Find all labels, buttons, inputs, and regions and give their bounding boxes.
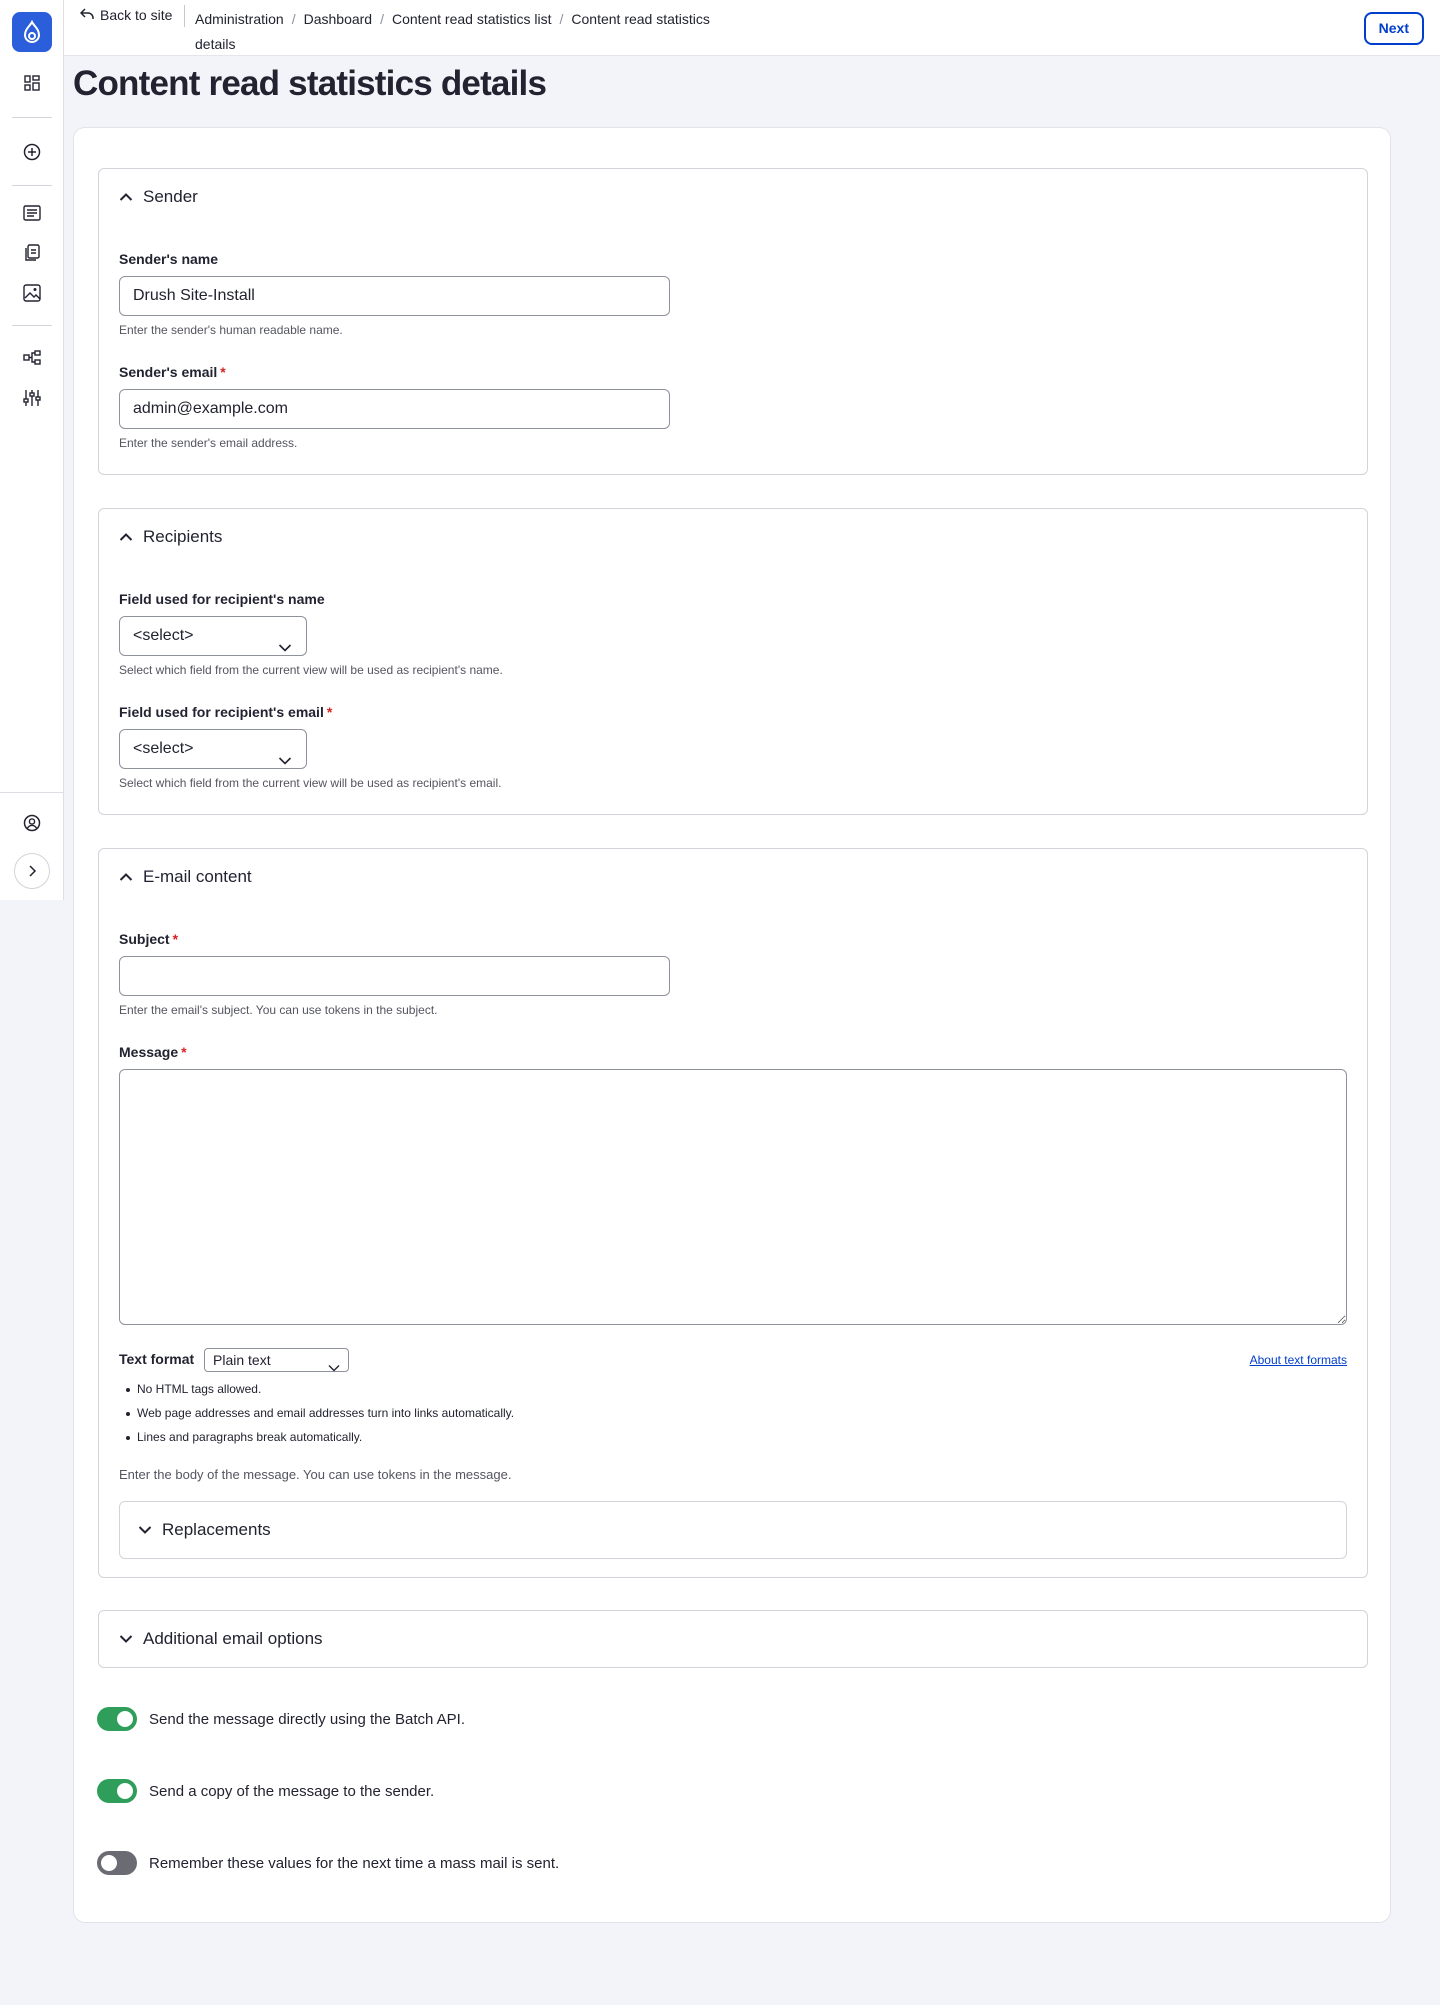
recipient-name-select[interactable]: <select>: [119, 616, 307, 656]
remember-values-label: Remember these values for the next time …: [149, 1854, 560, 1872]
about-text-formats-link[interactable]: About text formats: [1250, 1353, 1347, 1367]
additional-options-summary[interactable]: Additional email options: [119, 1629, 323, 1649]
sender-name-label: Sender's name: [119, 251, 219, 267]
recipient-name-description: Select which field from the current view…: [119, 663, 503, 677]
subject-description: Enter the email's subject. You can use t…: [119, 1003, 438, 1017]
sender-fieldset: Sender Sender's name Enter the sender's …: [98, 168, 1368, 475]
recipient-name-field-label: Field used for recipient's name: [119, 591, 325, 607]
breadcrumb-dashboard[interactable]: Dashboard: [304, 11, 373, 27]
breadcrumb-list[interactable]: Content read statistics list: [392, 11, 552, 27]
toolbar-divider: [12, 185, 52, 186]
sender-name-description: Enter the sender's human readable name.: [119, 323, 343, 337]
copy-to-sender-label: Send a copy of the message to the sender…: [149, 1782, 435, 1800]
page-title: Content read statistics details: [73, 64, 547, 103]
subject-label: Subject *: [119, 931, 179, 947]
chevron-down-icon: [328, 1356, 340, 1378]
sender-email-description: Enter the sender's email address.: [119, 436, 298, 450]
chevron-up-icon: [119, 867, 133, 887]
breadcrumb-divider: [184, 5, 185, 27]
content-icon[interactable]: [20, 201, 44, 225]
top-bar: Back to site Administration / Dashboard / Co…: [64, 0, 1440, 56]
recipients-summary[interactable]: Recipients: [119, 527, 222, 547]
copy-to-sender-toggle[interactable]: [97, 1779, 137, 1803]
recipient-email-description: Select which field from the current view…: [119, 776, 502, 790]
text-format-label: Text format: [119, 1351, 195, 1367]
structure-icon[interactable]: [20, 346, 44, 370]
chevron-down-icon: [138, 1520, 152, 1540]
files-icon[interactable]: [20, 241, 44, 265]
chevron-up-icon: [119, 527, 133, 547]
message-label: Message *: [119, 1044, 187, 1060]
drupal-logo-icon[interactable]: [12, 12, 52, 52]
back-to-site-link[interactable]: Back to site: [79, 7, 173, 23]
next-button[interactable]: Next: [1363, 12, 1424, 45]
toolbar-divider: [0, 792, 64, 793]
recipients-fieldset: Recipients Field used for recipient's na…: [98, 508, 1368, 815]
required-mark: *: [172, 931, 179, 947]
replacements-summary[interactable]: Replacements: [138, 1520, 271, 1540]
list-item: Web page addresses and email addresses t…: [119, 1401, 514, 1425]
text-format-tips: No HTML tags allowed. Web page addresses…: [119, 1377, 514, 1449]
remember-values-toggle-row: Remember these values for the next time …: [97, 1851, 559, 1875]
config-icon[interactable]: [20, 386, 44, 410]
copy-to-sender-toggle-row: Send a copy of the message to the sender…: [97, 1779, 434, 1803]
list-item: Lines and paragraphs break automatically…: [119, 1425, 514, 1449]
sender-name-input[interactable]: [119, 276, 670, 316]
dashboard-icon[interactable]: [20, 71, 44, 95]
text-format-select[interactable]: Plain text: [204, 1348, 349, 1372]
batch-api-label: Send the message directly using the Batc…: [149, 1710, 466, 1728]
email-content-summary[interactable]: E-mail content: [119, 867, 252, 887]
required-mark: *: [181, 1044, 187, 1060]
recipient-email-field-label: Field used for recipient's email *: [119, 704, 333, 720]
message-textarea[interactable]: [119, 1069, 1347, 1325]
subject-input[interactable]: [119, 956, 670, 996]
add-icon[interactable]: [20, 140, 44, 164]
toolbar-divider: [12, 117, 52, 118]
remember-values-toggle[interactable]: [97, 1851, 137, 1875]
media-icon[interactable]: [20, 281, 44, 305]
required-mark: *: [220, 364, 226, 380]
additional-options-fieldset: Additional email options: [98, 1610, 1368, 1668]
back-to-site-label: Back to site: [100, 7, 173, 23]
form-card: Sender Sender's name Enter the sender's …: [73, 127, 1391, 1923]
back-arrow-icon: [79, 7, 94, 23]
breadcrumb-administration[interactable]: Administration: [195, 11, 284, 27]
sender-summary[interactable]: Sender: [119, 187, 198, 207]
required-mark: *: [326, 704, 333, 720]
chevron-down-icon: [119, 1629, 133, 1649]
batch-api-toggle-row: Send the message directly using the Batc…: [97, 1707, 465, 1731]
user-icon[interactable]: [20, 811, 44, 835]
breadcrumb: Administration / Dashboard / Content read st…: [195, 11, 710, 52]
admin-toolbar: [0, 0, 64, 900]
chevron-up-icon: [119, 187, 133, 207]
recipient-email-select[interactable]: <select>: [119, 729, 307, 769]
batch-api-toggle[interactable]: [97, 1707, 137, 1731]
list-item: No HTML tags allowed.: [119, 1377, 514, 1401]
email-content-fieldset: E-mail content Subject * Enter the email'…: [98, 848, 1368, 1578]
replacements-fieldset: Replacements: [119, 1501, 1347, 1559]
sender-email-label: Sender's email *: [119, 364, 226, 380]
toolbar-divider: [12, 325, 52, 326]
expand-icon[interactable]: [14, 853, 50, 889]
sender-email-input[interactable]: [119, 389, 670, 429]
message-description: Enter the body of the message. You can u…: [119, 1467, 512, 1482]
